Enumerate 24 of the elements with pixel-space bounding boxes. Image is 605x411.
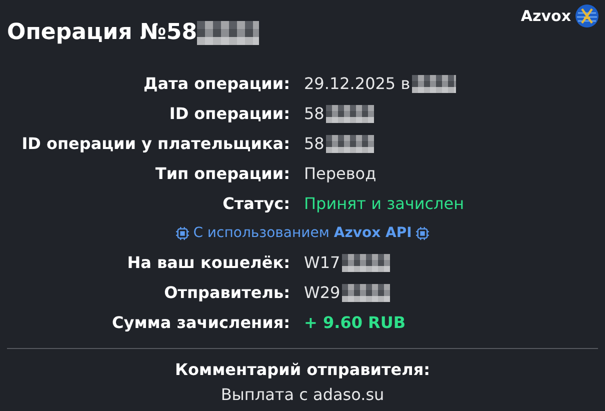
field-label: Тип операции: bbox=[154, 163, 290, 185]
field-value: W17 bbox=[304, 252, 340, 274]
logo-icon bbox=[575, 4, 599, 28]
field-value: W29 bbox=[304, 282, 340, 304]
field-label: На ваш кошелёк: bbox=[126, 252, 290, 274]
amount-value: + 9.60 RUB bbox=[304, 312, 406, 334]
field-value: 58 bbox=[304, 133, 324, 155]
field-label: ID операции: bbox=[168, 103, 290, 125]
field-label: Дата операции: bbox=[142, 73, 290, 95]
field-label: Сумма зачисления: bbox=[111, 312, 290, 334]
field-value: 29.12.2025 в bbox=[304, 73, 410, 95]
field-value: 58 bbox=[304, 103, 324, 125]
brand-name: Azvox bbox=[520, 6, 571, 27]
api-note: С использованием Azvox API bbox=[193, 224, 412, 243]
field-value: Перевод bbox=[304, 163, 376, 185]
field-label: Статус: bbox=[222, 193, 290, 215]
status-value: Принят и зачислен bbox=[304, 193, 464, 215]
page-title: Операция №58 bbox=[7, 19, 198, 47]
field-label: Отправитель: bbox=[163, 282, 290, 304]
chip-icon bbox=[416, 227, 429, 240]
comment-text: Выплата с adaso.su bbox=[220, 384, 386, 406]
comment-label: Комментарий отправителя: bbox=[174, 359, 432, 381]
field-label: ID операции у плательщика: bbox=[20, 133, 290, 155]
chip-icon bbox=[176, 227, 190, 240]
